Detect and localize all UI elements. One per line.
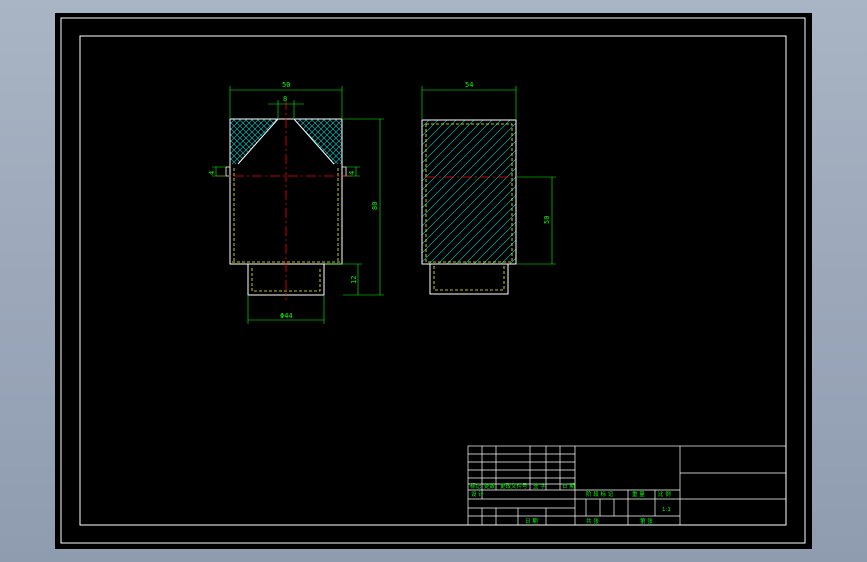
tb-sheet-number: 第 张 xyxy=(640,517,653,525)
right-body-hatch xyxy=(422,120,516,264)
tb-stage-label: 阶 段 标 记 xyxy=(586,490,614,498)
tb-sheet-total: 共 张 xyxy=(586,517,599,525)
tb-rev-sign: 签 字 xyxy=(533,482,546,490)
tb-weight-label: 重 量 xyxy=(632,490,645,498)
drawing-sheet xyxy=(55,13,812,549)
right-dim-height: 50 xyxy=(543,216,551,224)
left-dim-left-small: 4 xyxy=(208,171,216,175)
left-dim-small-top: 8 xyxy=(283,95,287,103)
left-dim-top-width: 50 xyxy=(282,81,290,89)
left-dim-step: 12 xyxy=(350,276,358,284)
tb-scale-value: 1:1 xyxy=(662,507,671,513)
left-dim-right-small: 4 xyxy=(348,171,356,175)
drawing-canvas[interactable]: 50 8 80 4 4 12 Φ44 54 50 标记 处数 更改文件号 签 字… xyxy=(0,0,867,562)
tb-rev-date: 日 期 xyxy=(562,483,575,490)
right-dim-top-width: 54 xyxy=(465,81,473,89)
cad-viewport[interactable]: 50 8 80 4 4 12 Φ44 54 50 标记 处数 更改文件号 签 字… xyxy=(0,0,867,562)
tb-scale-label: 比 例 xyxy=(658,490,671,498)
tb-rev-doc: 更改文件号 xyxy=(500,482,528,490)
tb-rev-mark: 标记 xyxy=(470,482,482,490)
left-dim-bottom-dia: Φ44 xyxy=(280,312,293,320)
left-dim-height: 80 xyxy=(371,202,379,210)
tb-date-label: 日 期 xyxy=(525,518,538,525)
tb-designer-label: 设 计 xyxy=(471,490,484,498)
tb-rev-count: 处数 xyxy=(484,482,496,490)
